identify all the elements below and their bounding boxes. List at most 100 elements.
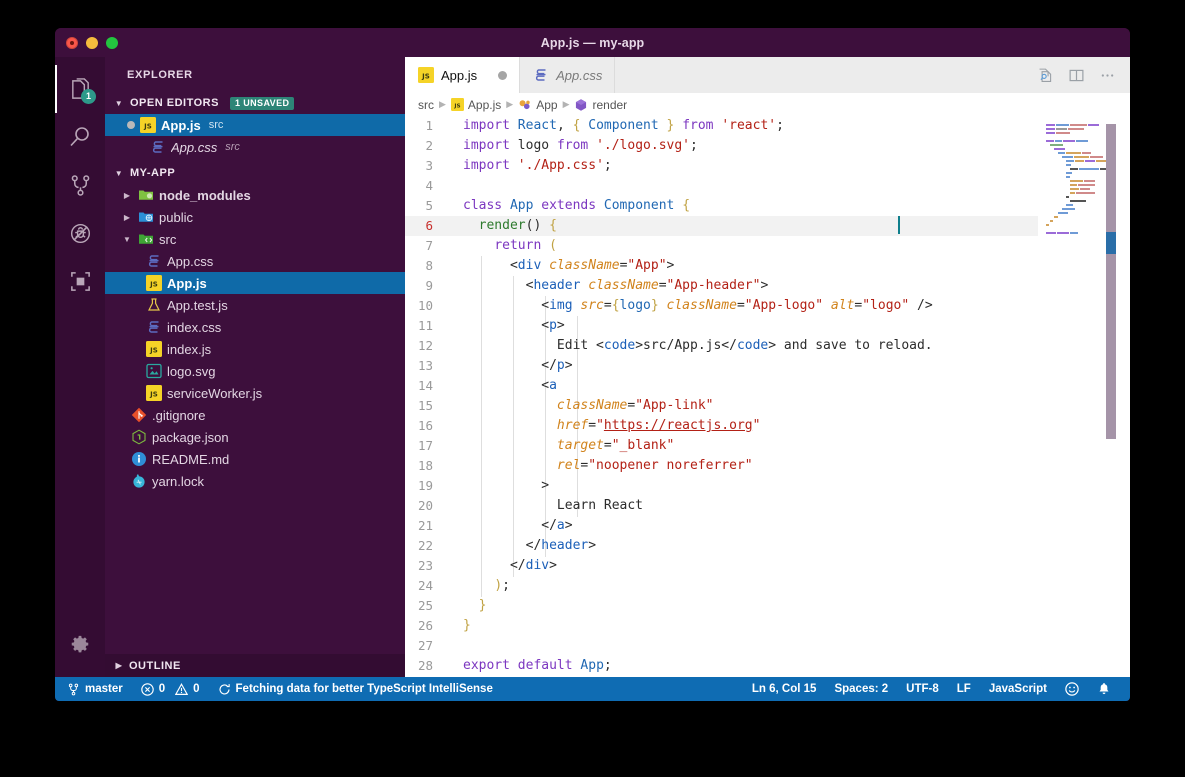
tab-app-js[interactable]: JS App.js <box>405 57 521 93</box>
breadcrumb-item-render-method[interactable]: render <box>574 98 627 112</box>
js-icon: JS <box>418 67 434 83</box>
code-line: 26} <box>405 616 1038 636</box>
section-open-editors[interactable]: ▼ OPEN EDITORS 1 UNSAVED <box>105 92 405 114</box>
activity-item-extensions[interactable] <box>55 257 105 305</box>
status-language-mode[interactable]: JavaScript <box>980 677 1056 701</box>
tab-app-css[interactable]: App.css <box>520 57 616 93</box>
split-editor-icon[interactable] <box>1068 67 1085 84</box>
code-line: 25 } <box>405 596 1038 616</box>
tree-item-package-json[interactable]: package.json <box>105 426 405 448</box>
status-encoding[interactable]: UTF-8 <box>897 677 948 701</box>
tree-item-label: node_modules <box>159 187 251 203</box>
vertical-scrollbar[interactable] <box>1116 116 1130 677</box>
activity-item-debug[interactable] <box>55 209 105 257</box>
tree-item-node-modules[interactable]: ▶ node_modules <box>105 184 405 206</box>
tree-item-src[interactable]: ▼ src <box>105 228 405 250</box>
section-outline[interactable]: ▶ OUTLINE <box>105 654 405 677</box>
tree-item-yarn-lock[interactable]: yarn.lock <box>105 470 405 492</box>
line-number: 14 <box>417 378 433 393</box>
status-eol[interactable]: LF <box>948 677 980 701</box>
tree-item-public[interactable]: ▶ public <box>105 206 405 228</box>
line-number: 9 <box>425 278 433 293</box>
js-icon: JS <box>146 341 162 357</box>
status-indentation[interactable]: Spaces: 2 <box>825 677 897 701</box>
tab-label: App.css <box>556 67 603 83</box>
svg-text:JS: JS <box>421 73 430 81</box>
open-editor-folder: src <box>208 119 224 131</box>
line-number: 8 <box>425 258 433 273</box>
tree-item-app-js[interactable]: JS App.js <box>105 272 405 294</box>
status-task-label: Fetching data for better TypeScript Inte… <box>235 683 493 695</box>
line-number: 6 <box>425 218 433 233</box>
code-editor[interactable]: 1 import React, { Component } from 'react… <box>405 116 1130 677</box>
line-number: 7 <box>425 238 433 253</box>
sidebar: EXPLORER ▼ OPEN EDITORS 1 UNSAVED JS App… <box>105 57 405 677</box>
chevron-down-icon: ▼ <box>114 98 124 108</box>
breadcrumb-item-app-class[interactable]: App <box>518 97 558 112</box>
status-bar-right: Ln 6, Col 15 Spaces: 2 UTF-8 LF JavaScri… <box>743 677 1130 701</box>
activity-item-manage[interactable] <box>55 629 105 677</box>
breadcrumb-label: App <box>536 97 558 112</box>
test-icon <box>146 297 162 313</box>
minimap-viewport-indicator[interactable] <box>1106 232 1116 254</box>
code-line: 27 <box>405 636 1038 656</box>
js-icon: JS <box>450 98 464 111</box>
activity-item-search[interactable] <box>55 113 105 161</box>
code-line: 5 class App extends Component { <box>405 196 1038 216</box>
status-branch[interactable]: master <box>65 677 132 701</box>
activity-item-explorer[interactable]: 1 <box>55 65 105 113</box>
tree-item-label: yarn.lock <box>152 473 205 489</box>
bell-icon <box>1097 682 1111 696</box>
minimap[interactable] <box>1038 116 1116 677</box>
open-editor-app-js[interactable]: JS App.js src <box>105 114 405 136</box>
tree-item-label: .gitignore <box>152 407 206 423</box>
activity-item-source-control[interactable] <box>55 161 105 209</box>
ellipsis-icon[interactable] <box>1099 67 1116 84</box>
open-editors-label: OPEN EDITORS <box>130 97 219 109</box>
status-problems[interactable]: 0 0 <box>132 677 209 701</box>
open-changes-icon[interactable] <box>1037 67 1054 84</box>
tree-item-index-js[interactable]: JS index.js <box>105 338 405 360</box>
title-bar: App.js — my-app <box>55 28 1130 57</box>
smiley-icon <box>1065 682 1079 696</box>
code-line: 7 return ( <box>405 236 1038 256</box>
tab-label: App.js <box>441 67 478 83</box>
status-warnings-count: 0 <box>193 683 200 695</box>
js-icon: JS <box>140 117 156 133</box>
open-editor-label: App.css <box>171 139 218 155</box>
open-editor-app-css[interactable]: App.css src <box>105 136 405 158</box>
tree-item-app-css[interactable]: App.css <box>105 250 405 272</box>
active-indicator <box>55 65 57 113</box>
section-my-app[interactable]: ▼ MY-APP <box>105 162 405 184</box>
status-feedback[interactable] <box>1056 677 1088 701</box>
tab-bar: JS App.js App.css <box>405 57 1130 93</box>
code-lines[interactable]: 1 import React, { Component } from 'react… <box>405 116 1038 677</box>
dirty-indicator-icon[interactable] <box>127 121 135 129</box>
status-notifications[interactable] <box>1088 677 1120 701</box>
code-line: 23 </div> <box>405 556 1038 576</box>
breadcrumb-item-src[interactable]: src <box>418 98 434 112</box>
tree-item-service-worker-js[interactable]: JS serviceWorker.js <box>105 382 405 404</box>
minimap-slider[interactable] <box>1106 124 1116 439</box>
breadcrumb-item-app-js[interactable]: JS App.js <box>450 98 501 112</box>
tree-item-logo-svg[interactable]: logo.svg <box>105 360 405 382</box>
status-task[interactable]: Fetching data for better TypeScript Inte… <box>209 677 502 701</box>
line-number: 21 <box>417 518 433 533</box>
line-number: 4 <box>425 178 433 193</box>
line-number: 13 <box>417 358 433 373</box>
js-icon: JS <box>146 385 162 401</box>
line-number: 18 <box>417 458 433 473</box>
tab-dirty-icon[interactable] <box>498 70 508 80</box>
window-title: App.js — my-app <box>540 35 645 50</box>
outline-label: OUTLINE <box>129 659 181 672</box>
folder-src-icon <box>138 231 154 247</box>
tree-item-readme-md[interactable]: README.md <box>105 448 405 470</box>
tree-item-gitignore[interactable]: .gitignore <box>105 404 405 426</box>
tree-item-index-css[interactable]: index.css <box>105 316 405 338</box>
tree-item-app-test-js[interactable]: App.test.js <box>105 294 405 316</box>
line-number: 3 <box>425 158 433 173</box>
sidebar-title: EXPLORER <box>127 68 193 81</box>
status-cursor-position[interactable]: Ln 6, Col 15 <box>743 677 826 701</box>
tree-item-label: App.js <box>167 275 207 291</box>
